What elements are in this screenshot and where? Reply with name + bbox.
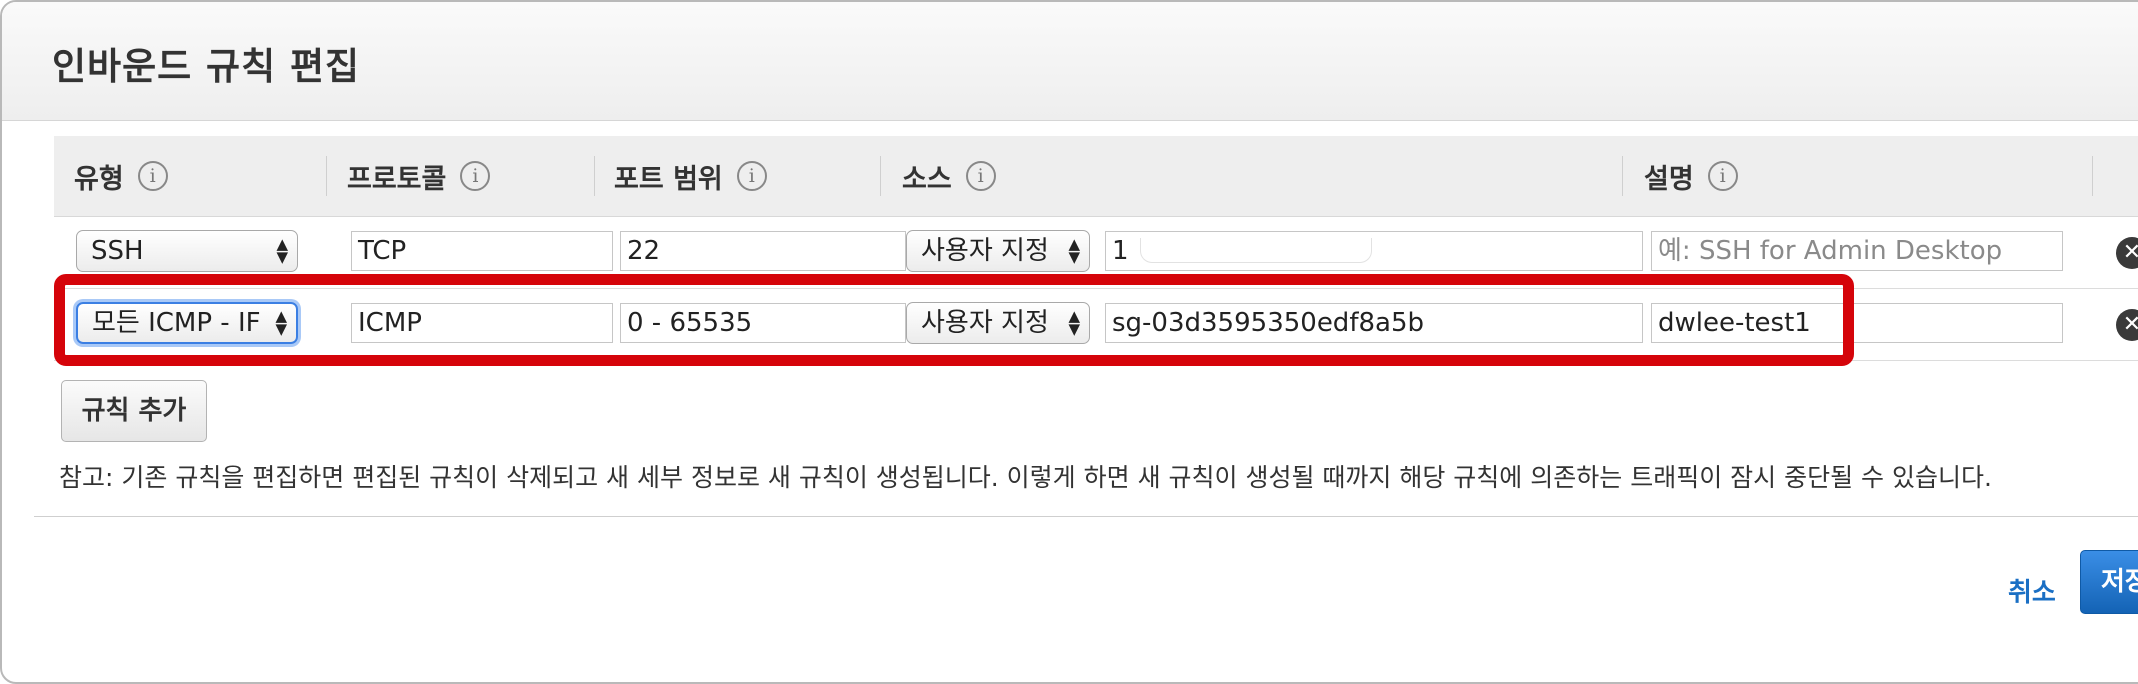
protocol-field[interactable]: ICMP — [351, 303, 613, 343]
delete-rule-icon[interactable]: ✕ — [2116, 237, 2138, 269]
edit-inbound-rules-dialog: 인바운드 규칙 편집 유형 i 프로토콜 i 포트 범위 i 소스 i 설명 i — [0, 0, 2138, 684]
column-header-source: 소스 i — [902, 158, 996, 195]
column-separator — [594, 156, 595, 196]
column-separator — [1622, 156, 1623, 196]
type-select-value: SSH — [91, 236, 144, 266]
rule-row: 모든 ICMP - IF ▲ ▼ ICMP 0 - 65535 사용자 지정 ▲ ▼… — [54, 289, 2138, 361]
type-select[interactable]: 모든 ICMP - IF ▲ ▼ — [76, 302, 298, 344]
dialog-header: 인바운드 규칙 편집 — [2, 2, 2138, 121]
column-header-type: 유형 i — [74, 158, 168, 195]
redacted-mask — [1140, 238, 1372, 263]
select-arrows-icon: ▲ ▼ — [1068, 307, 1080, 338]
footer-divider — [34, 516, 2138, 517]
select-arrows-icon: ▲ ▼ — [1068, 235, 1080, 266]
rules-table-header: 유형 i 프로토콜 i 포트 범위 i 소스 i 설명 i — [54, 136, 2138, 217]
source-type-select[interactable]: 사용자 지정 ▲ ▼ — [906, 302, 1090, 344]
select-arrows-icon: ▲ ▼ — [276, 235, 288, 266]
column-header-label: 설명 — [1644, 163, 1694, 195]
info-icon[interactable]: i — [460, 161, 491, 191]
description-field[interactable]: dwlee-test1 — [1651, 303, 2063, 343]
column-separator — [2092, 156, 2093, 196]
save-button[interactable]: 저장 — [2080, 550, 2138, 614]
description-placeholder: 예: SSH for Admin Desktop — [1658, 236, 2003, 266]
cancel-link[interactable]: 취소 — [2008, 572, 2056, 609]
edit-warning-note: 참고: 기존 규칙을 편집하면 편집된 규칙이 삭제되고 새 세부 정보로 새 … — [59, 463, 1992, 492]
column-header-description: 설명 i — [1644, 158, 1738, 195]
rule-row: SSH ▲ ▼ TCP 22 사용자 지정 ▲ ▼ 1 예: SSH for Adm… — [54, 217, 2138, 289]
port-range-field[interactable]: 0 - 65535 — [620, 303, 906, 343]
source-type-select-value: 사용자 지정 — [921, 308, 1049, 338]
column-header-label: 소스 — [902, 163, 952, 195]
column-header-label: 유형 — [74, 163, 124, 195]
column-header-label: 프로토콜 — [347, 163, 447, 195]
column-separator — [326, 156, 327, 196]
add-rule-button[interactable]: 규칙 추가 — [61, 380, 207, 442]
description-field[interactable]: 예: SSH for Admin Desktop — [1651, 231, 2063, 271]
delete-rule-icon[interactable]: ✕ — [2116, 309, 2138, 341]
column-header-label: 포트 범위 — [614, 163, 723, 195]
source-field[interactable]: sg-03d3595350edf8a5b — [1105, 303, 1643, 343]
source-field-value: 1 — [1112, 236, 1129, 266]
type-select-value: 모든 ICMP - IF — [92, 308, 261, 338]
port-range-field[interactable]: 22 — [620, 231, 906, 271]
info-icon[interactable]: i — [736, 161, 767, 191]
info-icon[interactable]: i — [137, 161, 168, 191]
column-header-port-range: 포트 범위 i — [614, 158, 767, 195]
source-type-select[interactable]: 사용자 지정 ▲ ▼ — [906, 230, 1090, 272]
type-select[interactable]: SSH ▲ ▼ — [76, 230, 298, 272]
source-type-select-value: 사용자 지정 — [921, 236, 1049, 266]
dialog-title: 인바운드 규칙 편집 — [52, 45, 361, 88]
column-separator — [880, 156, 881, 196]
source-field[interactable]: 1 — [1105, 231, 1643, 271]
info-icon[interactable]: i — [965, 161, 996, 191]
protocol-field[interactable]: TCP — [351, 231, 613, 271]
info-icon[interactable]: i — [1707, 161, 1738, 191]
column-header-protocol: 프로토콜 i — [347, 158, 491, 195]
select-arrows-icon: ▲ ▼ — [275, 307, 287, 338]
